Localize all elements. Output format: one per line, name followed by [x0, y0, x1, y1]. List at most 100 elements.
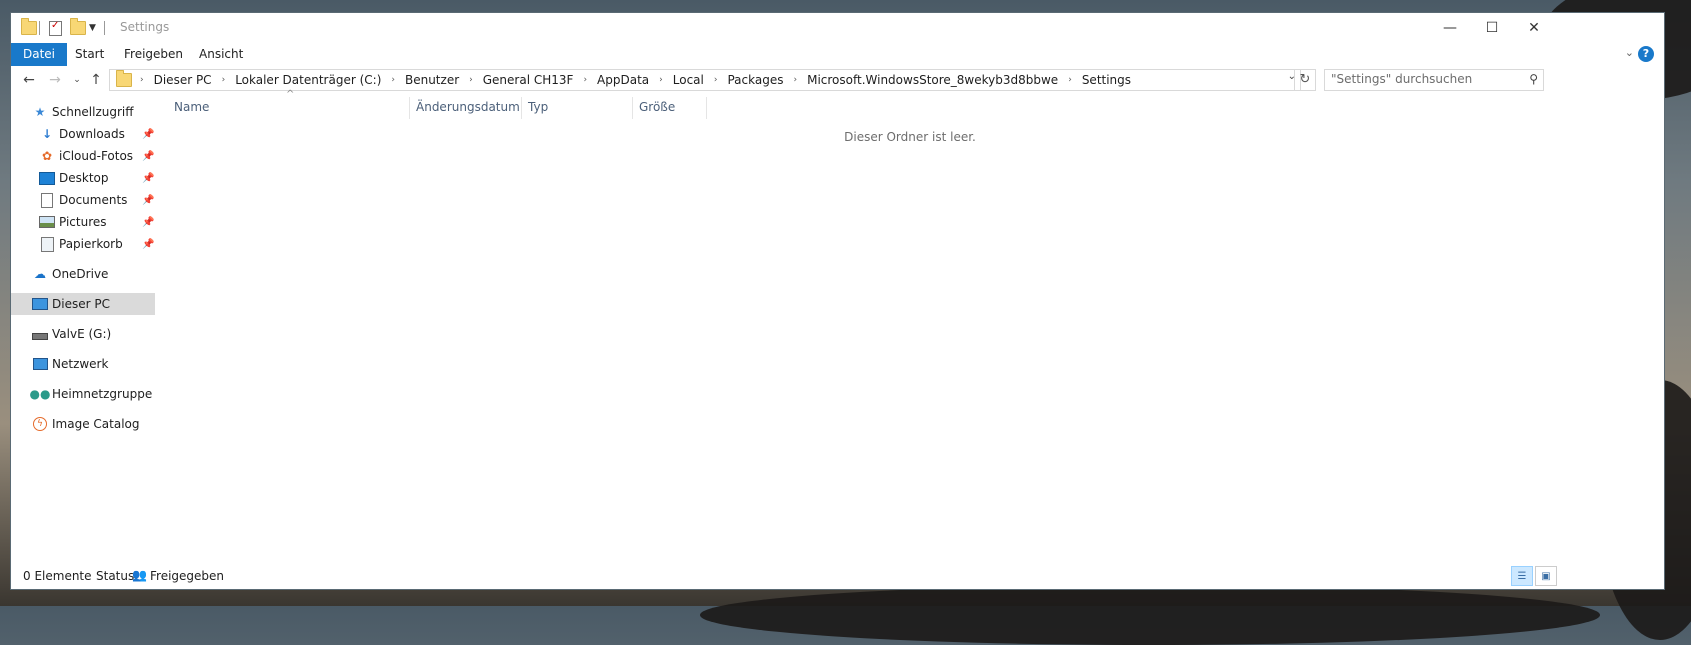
- location-folder-icon: [116, 70, 132, 87]
- navigation-pane: ★ Schnellzugriff ↓ Downloads 📌 ✿ iCloud-…: [11, 95, 155, 563]
- nav-homegroup[interactable]: ●● Heimnetzgruppe: [11, 383, 155, 405]
- nav-this-pc-label: Dieser PC: [52, 297, 110, 311]
- large-icons-view-button[interactable]: ▣: [1535, 566, 1557, 586]
- quick-access-separator: [39, 21, 40, 35]
- nav-image-catalog[interactable]: ϟ Image Catalog: [11, 413, 155, 435]
- file-list[interactable]: ^ Name Änderungsdatum Typ Größe Dieser O…: [156, 89, 1664, 563]
- expand-ribbon-icon[interactable]: ⌄: [1625, 46, 1634, 59]
- breadcrumb-user[interactable]: General CH13F: [483, 73, 574, 87]
- tab-start[interactable]: Start: [63, 43, 116, 66]
- close-button[interactable]: ✕: [1511, 13, 1557, 43]
- details-view-button[interactable]: ☰: [1511, 566, 1533, 586]
- star-icon: ★: [34, 105, 46, 119]
- customize-quick-access-icon[interactable]: ▼: [89, 23, 96, 33]
- column-header-size[interactable]: Größe: [639, 95, 705, 119]
- column-divider[interactable]: [706, 97, 707, 119]
- maximize-button[interactable]: ☐: [1469, 13, 1515, 43]
- recent-locations-button[interactable]: ⌄: [67, 70, 87, 90]
- pin-icon[interactable]: 📌: [142, 129, 154, 140]
- nav-drive-g-label: ValvE (G:): [52, 327, 112, 341]
- status-value: Freigegeben: [150, 569, 225, 583]
- properties-icon[interactable]: [49, 20, 62, 36]
- nav-quick-access-label: Schnellzugriff: [52, 105, 134, 119]
- network-icon: [32, 357, 48, 371]
- computer-icon: [32, 297, 48, 311]
- address-bar[interactable]: › Dieser PC › Lokaler Datenträger (C:) ›…: [109, 69, 1301, 91]
- up-button[interactable]: ↑: [86, 70, 106, 90]
- back-button[interactable]: ←: [19, 70, 39, 90]
- chevron-right-icon[interactable]: ›: [391, 75, 395, 85]
- tab-ansicht[interactable]: Ansicht: [187, 43, 255, 66]
- new-folder-icon[interactable]: [70, 18, 86, 36]
- pin-icon[interactable]: 📌: [142, 217, 154, 228]
- column-header-name[interactable]: Name: [174, 95, 408, 119]
- column-divider[interactable]: [632, 97, 633, 119]
- nav-onedrive[interactable]: ☁ OneDrive: [11, 263, 155, 285]
- search-icon[interactable]: ⚲: [1529, 72, 1538, 86]
- breadcrumb-local[interactable]: Local: [673, 73, 704, 87]
- nav-documents[interactable]: Documents 📌: [11, 189, 155, 211]
- nav-this-pc[interactable]: Dieser PC: [11, 293, 155, 315]
- image-catalog-icon: ϟ: [32, 417, 48, 431]
- pin-icon[interactable]: 📌: [142, 195, 154, 206]
- nav-icloud-photos[interactable]: ✿ iCloud-Fotos 📌: [11, 145, 155, 167]
- nav-network[interactable]: Netzwerk: [11, 353, 155, 375]
- nav-recycle-bin[interactable]: Papierkorb 📌: [11, 233, 155, 255]
- breadcrumb-dieser-pc[interactable]: Dieser PC: [154, 73, 212, 87]
- chevron-right-icon[interactable]: ›: [222, 75, 226, 85]
- pin-icon[interactable]: 📌: [142, 173, 154, 184]
- column-divider[interactable]: [521, 97, 522, 119]
- chevron-right-icon[interactable]: ›: [714, 75, 718, 85]
- nav-downloads[interactable]: ↓ Downloads 📌: [11, 123, 155, 145]
- chevron-right-icon[interactable]: ›: [469, 75, 473, 85]
- recycle-bin-icon: [39, 236, 55, 252]
- search-input[interactable]: [1331, 70, 1511, 88]
- refresh-button[interactable]: ↻: [1294, 69, 1316, 91]
- homegroup-icon: ●●: [29, 387, 51, 401]
- forward-arrow-icon: →: [49, 72, 61, 88]
- onedrive-icon: ☁: [34, 267, 46, 281]
- chevron-down-icon: ⌄: [73, 75, 81, 85]
- breadcrumb-windowsstore[interactable]: Microsoft.WindowsStore_8wekyb3d8bbwe: [807, 73, 1058, 87]
- close-icon: ✕: [1528, 20, 1540, 36]
- column-header-date[interactable]: Änderungsdatum: [416, 95, 520, 119]
- status-bar: 0 Elemente Status: 👥 Freigegeben ☰ ▣: [11, 564, 1664, 589]
- drive-icon: [32, 327, 48, 341]
- minimize-icon: —: [1443, 20, 1457, 36]
- chevron-right-icon[interactable]: ›: [793, 75, 797, 85]
- nav-quick-access[interactable]: ★ Schnellzugriff: [11, 101, 155, 123]
- breadcrumb-packages[interactable]: Packages: [727, 73, 783, 87]
- breadcrumb-benutzer[interactable]: Benutzer: [405, 73, 459, 87]
- breadcrumb-settings[interactable]: Settings: [1082, 73, 1131, 87]
- explorer-window: ▼ Settings — ☐ ✕ Datei Start Freigeben A…: [11, 13, 1664, 589]
- chevron-right-icon[interactable]: ›: [583, 75, 587, 85]
- pin-icon[interactable]: 📌: [142, 151, 154, 162]
- icloud-photos-icon: ✿: [41, 149, 53, 163]
- nav-network-label: Netzwerk: [52, 357, 109, 371]
- column-divider[interactable]: [409, 97, 410, 119]
- nav-onedrive-label: OneDrive: [52, 267, 109, 281]
- nav-desktop-label: Desktop: [59, 171, 109, 185]
- chevron-right-icon[interactable]: ›: [659, 75, 663, 85]
- documents-icon: [39, 192, 55, 208]
- ribbon-tabs: Datei Start Freigeben Ansicht ⌄ ?: [11, 43, 1664, 66]
- breadcrumb-appdata[interactable]: AppData: [597, 73, 649, 87]
- help-icon[interactable]: ?: [1638, 46, 1654, 62]
- tab-freigeben[interactable]: Freigeben: [112, 43, 195, 66]
- nav-desktop[interactable]: Desktop 📌: [11, 167, 155, 189]
- nav-drive-g[interactable]: ValvE (G:): [11, 323, 155, 345]
- pin-icon[interactable]: 📌: [142, 239, 154, 250]
- column-header-type[interactable]: Typ: [528, 95, 632, 119]
- window-title: Settings: [120, 20, 170, 34]
- up-arrow-icon: ↑: [90, 72, 102, 88]
- downloads-icon: ↓: [41, 127, 53, 141]
- breadcrumb-lokaler-datentraeger[interactable]: Lokaler Datenträger (C:): [235, 73, 381, 87]
- nav-pictures[interactable]: Pictures 📌: [11, 211, 155, 233]
- chevron-right-icon[interactable]: ›: [140, 75, 144, 85]
- forward-button[interactable]: →: [45, 70, 65, 90]
- minimize-button[interactable]: —: [1427, 13, 1473, 43]
- pictures-icon: [39, 215, 55, 229]
- chevron-right-icon[interactable]: ›: [1068, 75, 1072, 85]
- nav-image-catalog-label: Image Catalog: [52, 417, 140, 431]
- tab-datei[interactable]: Datei: [11, 43, 68, 66]
